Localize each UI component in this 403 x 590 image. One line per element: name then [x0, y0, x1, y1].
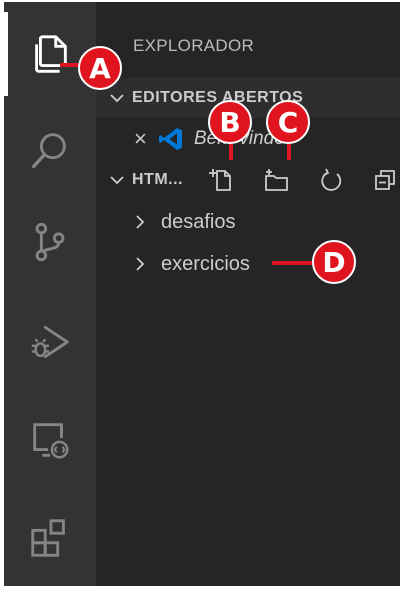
chevron-right-icon — [136, 257, 145, 271]
activity-search-button[interactable] — [4, 109, 96, 193]
tree-item-desafios[interactable]: desafios — [96, 201, 400, 243]
vscode-logo-icon — [159, 128, 182, 150]
activity-remote-explorer-button[interactable] — [4, 398, 96, 482]
chevron-down-icon — [110, 176, 124, 185]
activity-extensions-button[interactable] — [4, 496, 96, 580]
source-control-icon — [35, 222, 65, 262]
callout-b-badge: B — [208, 100, 252, 144]
vscode-window: EXPLORADOR EDITORES ABERTOS × Bem-vindo … — [4, 2, 400, 586]
chevron-right-icon — [136, 215, 145, 229]
folder-header[interactable]: HTM... — [96, 160, 400, 200]
folder-name: HTM... — [132, 171, 183, 188]
explorer-title: EXPLORADOR — [133, 36, 255, 55]
remote-explorer-icon — [33, 423, 69, 459]
extensions-icon — [31, 519, 65, 557]
new-file-icon — [209, 169, 231, 191]
run-debug-icon — [31, 325, 69, 359]
search-icon — [32, 133, 66, 169]
new-folder-button[interactable] — [261, 165, 291, 195]
callout-c-badge: C — [266, 100, 310, 144]
callout-d-badge: D — [312, 240, 356, 284]
callout-a-badge: A — [78, 46, 122, 90]
tree-item-label: exercicios — [161, 252, 250, 275]
refresh-button[interactable] — [316, 165, 346, 195]
explorer-icon — [35, 35, 67, 73]
refresh-icon — [321, 168, 342, 191]
activity-bar — [4, 2, 96, 586]
activity-source-control-button[interactable] — [4, 200, 96, 284]
chevron-down-icon — [110, 94, 124, 103]
tree-item-label: desafios — [161, 210, 236, 233]
collapse-all-button[interactable] — [371, 165, 400, 195]
activity-run-debug-button[interactable] — [4, 300, 96, 384]
new-folder-icon — [265, 169, 288, 191]
close-icon[interactable]: × — [134, 128, 152, 150]
explorer-sidebar: EXPLORADOR EDITORES ABERTOS × Bem-vindo … — [96, 2, 400, 586]
new-file-button[interactable] — [206, 165, 236, 195]
callout-d-leader — [272, 261, 316, 265]
folder-actions — [206, 160, 400, 200]
collapse-all-icon — [375, 170, 395, 190]
